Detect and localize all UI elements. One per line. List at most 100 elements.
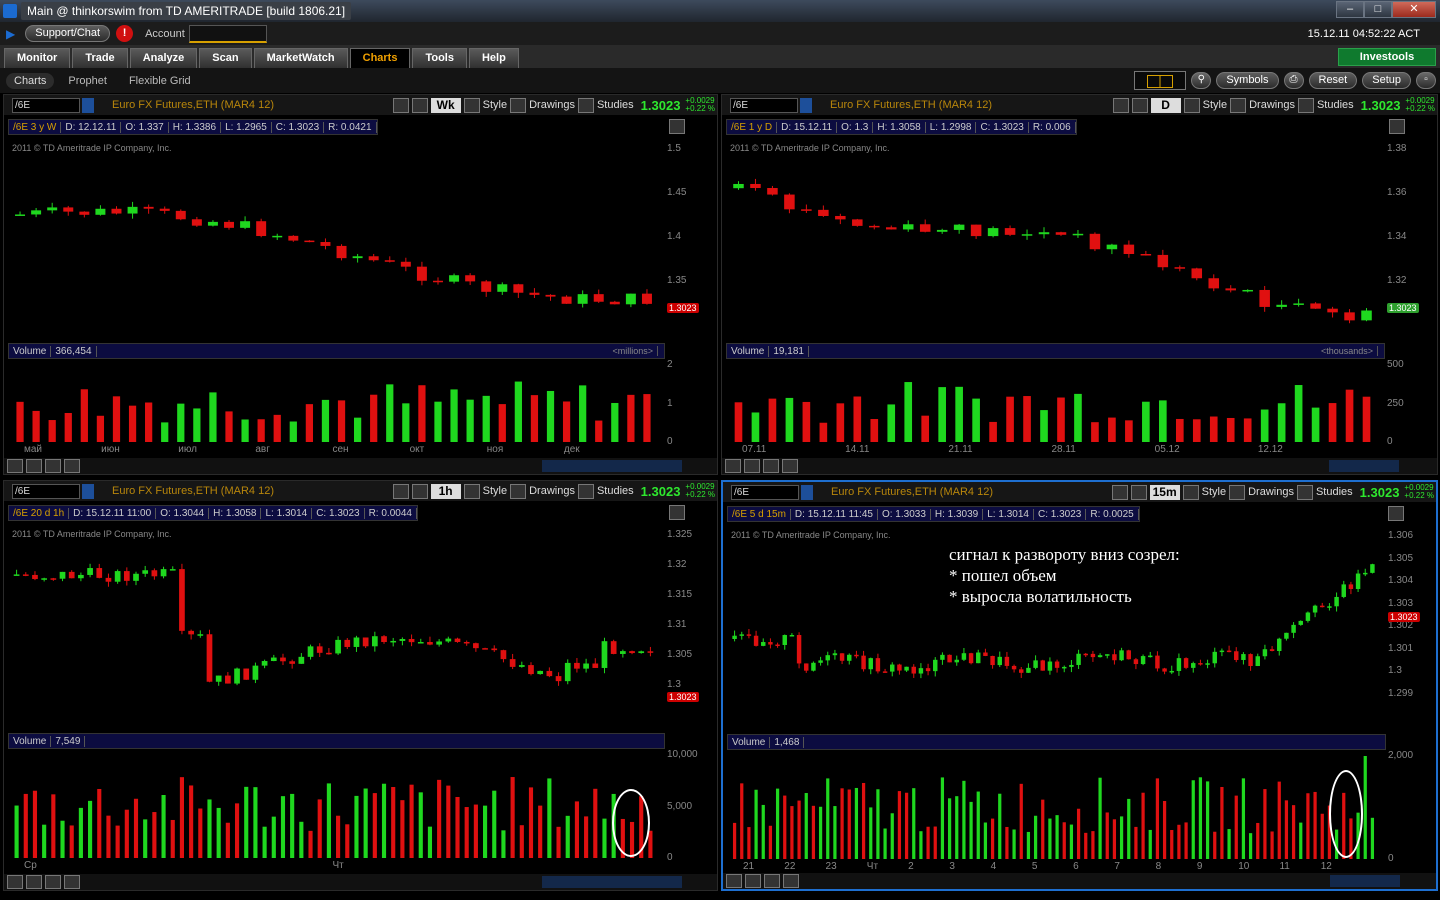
subtab-charts[interactable]: Charts	[6, 72, 55, 89]
panel-br-drawings-icon[interactable]	[1229, 484, 1246, 500]
panel-bl-style-button[interactable]: Style	[483, 485, 507, 497]
panel-tl-price-chart[interactable]	[12, 153, 659, 329]
panel-bl-crosshair-icon[interactable]	[392, 483, 409, 499]
panel-tl-scrollbar[interactable]	[542, 460, 682, 472]
panel-bl-price-chart[interactable]	[12, 539, 659, 719]
panel-br-zoom-out-icon[interactable]	[764, 874, 780, 888]
tab-tools[interactable]: Tools	[412, 48, 467, 68]
panel-tr-scrollbar[interactable]	[1329, 460, 1399, 472]
flag-icon[interactable]: ▶	[6, 27, 15, 41]
panel-tl-zoom-icon[interactable]	[411, 97, 428, 113]
support-chat-button[interactable]: Support/Chat	[25, 25, 111, 42]
tab-monitor[interactable]: Monitor	[4, 48, 71, 68]
panel-tl-symbol-dropdown[interactable]	[82, 97, 94, 113]
grid-layout-button[interactable]	[1134, 71, 1187, 90]
panel-tr-expand-icon[interactable]	[725, 459, 741, 473]
panel-bl-scrollbar[interactable]	[542, 876, 682, 888]
panel-br-zoom-in-icon[interactable]	[745, 874, 761, 888]
subtab-flexible-grid[interactable]: Flexible Grid	[121, 73, 199, 89]
panel-bl-aggregation[interactable]: 1h	[430, 483, 461, 499]
panel-tl[interactable]: /6E Euro FX Futures,ETH (MAR4 12) Wk Sty…	[3, 94, 718, 475]
panel-tr[interactable]: /6E Euro FX Futures,ETH (MAR4 12) D Styl…	[721, 94, 1438, 475]
panel-tl-drawings-button[interactable]: Drawings	[529, 99, 575, 111]
panel-br-style-button[interactable]: Style	[1202, 486, 1226, 498]
panel-br[interactable]: /6E Euro FX Futures,ETH (MAR4 12) 15m St…	[721, 480, 1438, 891]
panel-bl[interactable]: /6E Euro FX Futures,ETH (MAR4 12) 1h Sty…	[3, 480, 718, 891]
panel-tl-expand-icon[interactable]	[7, 459, 23, 473]
tab-help[interactable]: Help	[468, 48, 519, 68]
panel-tl-studies-icon[interactable]	[577, 97, 594, 113]
panel-tl-chart-settings-icon[interactable]	[669, 119, 685, 134]
minimize-button[interactable]: –	[1336, 1, 1364, 18]
panel-tl-studies-button[interactable]: Studies	[597, 99, 634, 111]
panel-bl-symbol-input[interactable]: /6E	[12, 483, 80, 499]
panel-tl-crosshair-icon[interactable]	[392, 97, 409, 113]
panel-br-aggregation[interactable]: 15m	[1149, 484, 1180, 500]
panel-bl-drawings-icon[interactable]	[510, 483, 527, 499]
panel-tr-aggregation[interactable]: D	[1150, 97, 1181, 113]
panel-br-style-icon[interactable]	[1182, 484, 1199, 500]
alert-icon[interactable]: !	[116, 25, 134, 42]
panel-tl-pan-icon[interactable]	[64, 459, 80, 473]
panel-br-expand-icon[interactable]	[726, 874, 742, 888]
panel-br-studies-button[interactable]: Studies	[1316, 486, 1353, 498]
maximize-button[interactable]: □	[1364, 1, 1392, 18]
tab-trade[interactable]: Trade	[72, 48, 128, 68]
panel-tl-zoom-in-icon[interactable]	[26, 459, 42, 473]
panel-tr-style-button[interactable]: Style	[1203, 99, 1227, 111]
panel-bl-symbol-dropdown[interactable]	[82, 483, 94, 499]
panel-tr-pan-icon[interactable]	[782, 459, 798, 473]
panel-br-drawings-button[interactable]: Drawings	[1248, 486, 1294, 498]
setup-button[interactable]: Setup	[1362, 72, 1411, 89]
panel-tr-drawings-button[interactable]: Drawings	[1249, 99, 1295, 111]
panel-tl-zoom-out-icon[interactable]	[45, 459, 61, 473]
symbols-button[interactable]: Symbols	[1216, 72, 1279, 89]
detach-icon[interactable]: ▫	[1416, 72, 1436, 89]
panel-tr-crosshair-icon[interactable]	[1112, 97, 1129, 113]
panel-br-studies-icon[interactable]	[1296, 484, 1313, 500]
panel-bl-chart-settings-icon[interactable]	[669, 505, 685, 520]
panel-bl-pan-icon[interactable]	[64, 875, 80, 889]
panel-tr-style-icon[interactable]	[1183, 97, 1200, 113]
panel-bl-zoom-in-icon[interactable]	[26, 875, 42, 889]
panel-br-zoom-icon[interactable]	[1130, 484, 1147, 500]
reset-button[interactable]: Reset	[1308, 72, 1358, 89]
panel-bl-studies-button[interactable]: Studies	[597, 485, 634, 497]
panel-bl-zoom-icon[interactable]	[411, 483, 428, 499]
tab-charts[interactable]: Charts	[349, 48, 411, 68]
panel-br-pan-icon[interactable]	[783, 874, 799, 888]
panel-br-chart-settings-icon[interactable]	[1388, 506, 1404, 521]
tab-marketwatch[interactable]: MarketWatch	[253, 48, 348, 68]
panel-tr-zoom-in-icon[interactable]	[744, 459, 760, 473]
tab-scan[interactable]: Scan	[199, 48, 252, 68]
panel-tr-symbol-dropdown[interactable]	[800, 97, 812, 113]
close-button[interactable]: ✕	[1392, 1, 1436, 18]
panel-tr-symbol-input[interactable]: /6E	[730, 97, 798, 113]
link-icon[interactable]: ⚲	[1191, 72, 1212, 89]
panel-br-scrollbar[interactable]	[1330, 875, 1400, 887]
panel-tr-drawings-icon[interactable]	[1230, 97, 1247, 113]
account-select[interactable]	[188, 24, 267, 43]
panel-tl-style-icon[interactable]	[463, 97, 480, 113]
panel-br-symbol-dropdown[interactable]	[801, 484, 813, 500]
panel-tl-drawings-icon[interactable]	[510, 97, 527, 113]
panel-tl-style-button[interactable]: Style	[483, 99, 507, 111]
panel-tr-zoom-icon[interactable]	[1131, 97, 1148, 113]
panel-br-symbol-input[interactable]: /6E	[731, 484, 799, 500]
subtab-prophet[interactable]: Prophet	[60, 73, 115, 89]
panel-br-crosshair-icon[interactable]	[1111, 484, 1128, 500]
investools-button[interactable]: Investools	[1338, 48, 1436, 66]
panel-bl-style-icon[interactable]	[463, 483, 480, 499]
panel-tr-chart-settings-icon[interactable]	[1389, 119, 1405, 134]
panel-tl-symbol-input[interactable]: /6E	[12, 97, 80, 113]
tab-analyze[interactable]: Analyze	[129, 48, 198, 68]
panel-tr-zoom-out-icon[interactable]	[763, 459, 779, 473]
panel-bl-zoom-out-icon[interactable]	[45, 875, 61, 889]
panel-tr-studies-icon[interactable]	[1297, 97, 1314, 113]
panel-tr-studies-button[interactable]: Studies	[1317, 99, 1354, 111]
panel-bl-drawings-button[interactable]: Drawings	[529, 485, 575, 497]
panel-tl-aggregation[interactable]: Wk	[430, 97, 461, 113]
print-icon[interactable]: ⎙	[1283, 72, 1304, 89]
panel-tr-price-chart[interactable]	[730, 153, 1379, 329]
panel-bl-expand-icon[interactable]	[7, 875, 23, 889]
